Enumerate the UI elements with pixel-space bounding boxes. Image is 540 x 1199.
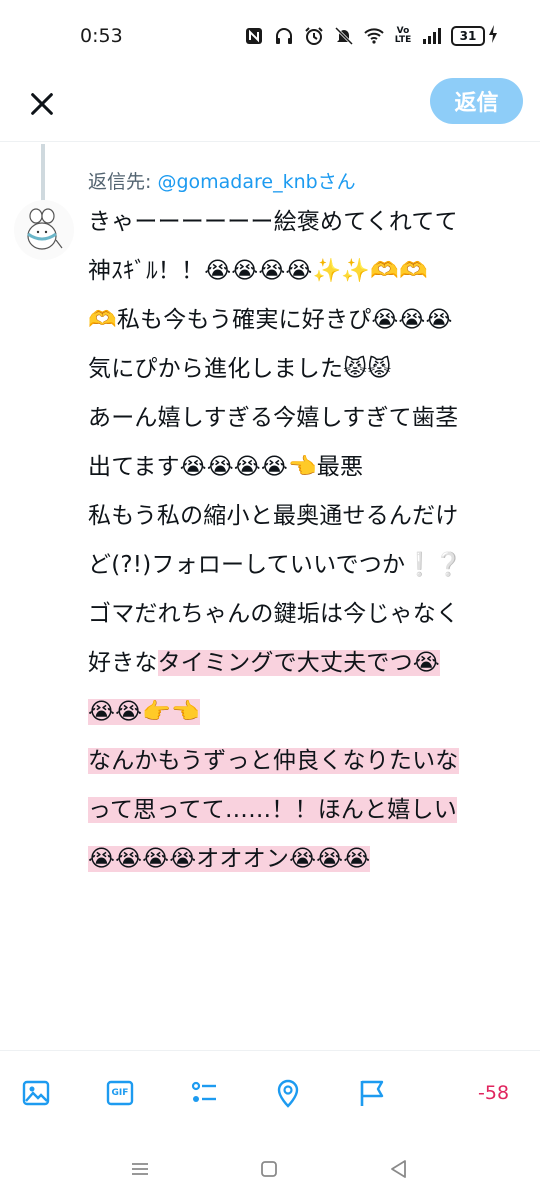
status-icons: Vo LTE 31 xyxy=(243,24,498,48)
over-limit-text: 😭😭😭😭オオオン😭😭😭 xyxy=(88,846,371,872)
tweet-line: 好きなタイミングで大丈夫でつ😭 xyxy=(88,639,528,688)
tweet-line: って思ってて……！！ほんと嬉しい xyxy=(88,786,528,835)
signal-icon xyxy=(421,25,443,47)
poll-icon xyxy=(191,1081,216,1102)
character-count: -58 xyxy=(478,1082,510,1104)
tweet-line: あーん嬉しすぎる今嬉しすぎて歯茎 xyxy=(88,405,459,431)
wifi-icon xyxy=(363,25,385,47)
over-limit-text: 😭😭👉👈 xyxy=(88,699,200,725)
tweet-line: きゃーーーーーー絵褒めてくれてて xyxy=(88,209,458,235)
gif-button[interactable]: GIF xyxy=(100,1073,140,1113)
tweet-line: 気にぴから進化しました😾😾 xyxy=(88,356,392,382)
tweet-line: 私もう私の縮小と最奥通せるんだけ xyxy=(88,503,459,529)
mute-icon xyxy=(333,25,355,47)
tweet-line: 神ｽｷﾞﾙ！！😭😭😭😭✨✨🫶🫶 xyxy=(88,258,428,284)
over-limit-text: って思ってて……！！ほんと嬉しい xyxy=(88,797,457,823)
reply-to-handle[interactable]: @gomadare_knbさん xyxy=(157,171,355,193)
nfc-icon xyxy=(243,25,265,47)
location-icon xyxy=(277,1079,299,1108)
back-icon xyxy=(391,1160,406,1178)
status-bar: 0:53 Vo LTE 31 xyxy=(0,0,540,70)
tweet-line: 😭😭👉👈 xyxy=(88,688,528,737)
flag-button[interactable] xyxy=(352,1073,392,1113)
compose-header: 返信 xyxy=(0,70,540,142)
battery-icon: 31 xyxy=(451,24,498,48)
tweet-line: 😭😭😭😭オオオン😭😭😭 xyxy=(88,835,528,884)
headphones-icon xyxy=(273,25,295,47)
tweet-line: なんかもうずっと仲良くなりたいな xyxy=(88,737,528,786)
flag-icon xyxy=(360,1080,384,1106)
thread-connector xyxy=(41,144,45,201)
back-button[interactable] xyxy=(384,1154,414,1184)
tweet-line: ゴマだれちゃんの鍵垢は今じゃなく xyxy=(88,601,460,627)
image-button[interactable] xyxy=(16,1073,56,1113)
menu-icon xyxy=(132,1163,148,1175)
tweet-line: 出てます😭😭😭😭👈最悪 xyxy=(88,454,364,480)
avatar[interactable] xyxy=(14,200,74,260)
location-button[interactable] xyxy=(268,1073,308,1113)
reply-to-label: 返信先: @gomadare_knbさん xyxy=(88,167,356,194)
system-navigation xyxy=(0,1132,540,1199)
battery-level: 31 xyxy=(451,26,485,46)
status-time: 0:53 xyxy=(80,25,123,47)
tweet-text-plain: 好きな xyxy=(88,650,158,676)
close-icon xyxy=(31,93,53,115)
over-limit-text: タイミングで大丈夫でつ😭 xyxy=(157,650,440,676)
volte-icon: Vo LTE xyxy=(394,26,412,45)
menu-button[interactable] xyxy=(125,1154,155,1184)
home-button[interactable] xyxy=(254,1154,284,1184)
compose-toolbar: GIF -58 xyxy=(0,1050,540,1132)
charging-icon xyxy=(488,24,498,48)
image-icon xyxy=(22,1080,50,1106)
reply-button[interactable]: 返信 xyxy=(430,78,523,124)
alarm-icon xyxy=(303,25,325,47)
home-icon xyxy=(261,1161,277,1177)
reply-to-prefix: 返信先: xyxy=(88,171,158,193)
gif-label: GIF xyxy=(111,1088,129,1098)
close-button[interactable] xyxy=(22,84,62,124)
over-limit-text: なんかもうずっと仲良くなりたいな xyxy=(88,748,459,774)
tweet-line: ど(?!)フォローしていいでつか❕❔ xyxy=(88,552,463,578)
tweet-text-area[interactable]: きゃーーーーーー絵褒めてくれてて 神ｽｷﾞﾙ！！😭😭😭😭✨✨🫶🫶 🫶私も今もう確… xyxy=(88,198,528,884)
poll-button[interactable] xyxy=(184,1073,224,1113)
tweet-line: 🫶私も今もう確実に好きぴ😭😭😭 xyxy=(88,307,453,333)
